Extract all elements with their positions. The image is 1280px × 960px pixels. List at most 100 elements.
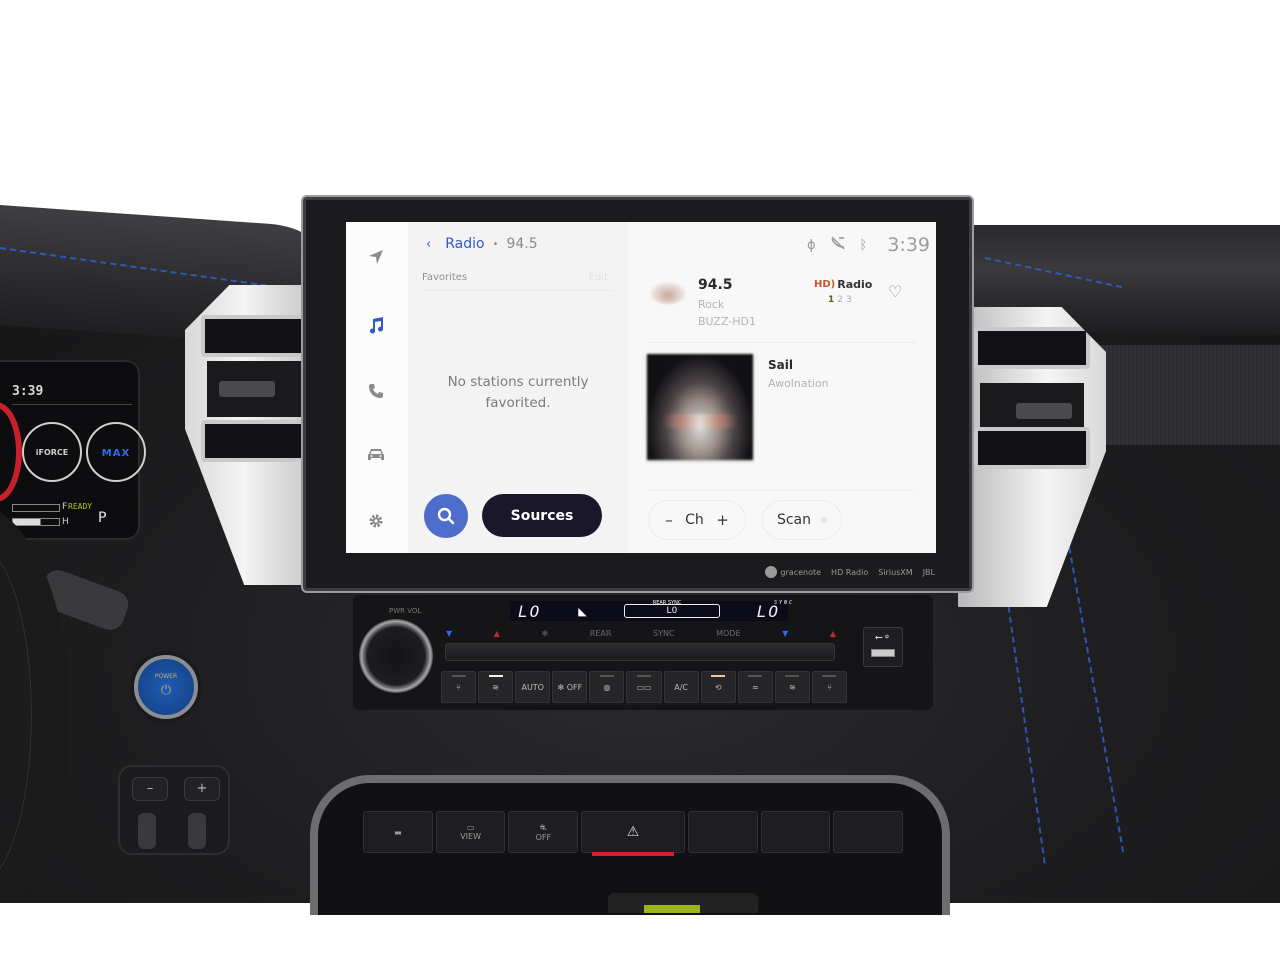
temp-label: H (62, 517, 69, 527)
blank-switch[interactable] (833, 811, 903, 853)
temp-bar (12, 518, 60, 526)
blank-switch[interactable] (687, 811, 758, 853)
led (451, 675, 466, 677)
empty-favorites-message: No stations currently favorited. (408, 372, 628, 414)
station-frequency: 94.5 (698, 277, 733, 293)
fan-icon: ✻ (541, 629, 549, 638)
led (785, 675, 800, 677)
breadcrumb: ‹ Radio • 94.5 (426, 236, 538, 252)
hd-channel-selector: 1 2 3 (828, 295, 852, 305)
sync-indicator: SYNC (773, 599, 794, 606)
bluetooth-icon: ᛒ (859, 237, 868, 253)
fan-speed-icon: ◣ (578, 604, 587, 618)
fan-off-button[interactable]: ✻ OFF (552, 671, 588, 703)
station-genre: Rock (698, 298, 725, 311)
controls-divider (648, 490, 916, 491)
page-subtitle: 94.5 (506, 236, 538, 252)
hd-channel-3[interactable]: 3 (846, 295, 852, 305)
search-icon (437, 507, 455, 525)
max-gauge: MAX (86, 422, 146, 482)
auto-button[interactable]: AUTO (515, 671, 551, 703)
mirror-control-pad: – + (118, 765, 230, 855)
edit-favorites-button[interactable]: Edit (589, 272, 608, 283)
channel-up-button[interactable]: + (716, 511, 729, 529)
search-button[interactable] (424, 494, 468, 538)
usb-port[interactable]: ⭠⚬ (863, 627, 903, 667)
album-art (647, 354, 753, 460)
left-temp-down-icon: ▼ (446, 629, 453, 638)
page-title: Radio (445, 236, 485, 252)
rear-label: REAR (589, 629, 612, 638)
power-icon: ⏻ (160, 683, 172, 698)
hd-channel-1[interactable]: 1 (828, 295, 834, 305)
car-icon[interactable] (365, 444, 387, 466)
boost-gauge: iFORCE (22, 422, 82, 482)
favorites-label: Favorites (422, 272, 468, 283)
vent-slat (974, 427, 1090, 469)
favorite-heart-icon[interactable]: ♡ (888, 282, 902, 301)
brand-strip: gracenote HD Radio SiriusXM JBL (765, 566, 935, 578)
mirror-right-switch[interactable] (188, 813, 206, 849)
climate-button-row: ⑂ ≋ AUTO ✻ OFF ◍ ▭▭ A/C ⟲ ≈ ≋ ⑂ (441, 671, 848, 703)
led (822, 675, 837, 677)
siriusxm-logo: SiriusXM (878, 567, 913, 577)
clock: 3:39 (887, 234, 930, 256)
air-flow-button[interactable]: ≈ (737, 671, 773, 703)
blank-switch[interactable] (760, 811, 831, 853)
gracenote-icon (765, 566, 778, 578)
cluster-divider (12, 404, 132, 405)
recirculation-button[interactable]: ⟲ (700, 671, 736, 703)
rear-sync-label: REAR SYNC (652, 600, 682, 606)
music-note-icon[interactable] (365, 314, 387, 336)
climate-rocker-switches[interactable] (445, 643, 835, 661)
tray-indicator (644, 905, 700, 913)
front-defrost-button[interactable]: ◍ (589, 671, 625, 703)
pwr-vol-label: PWR VOL (389, 607, 422, 615)
camera-view-button[interactable]: ▭ VIEW (435, 811, 506, 853)
lower-console: ▬ ▭ VIEW ⛐ OFF ⚠ (310, 775, 950, 915)
hd-channel-2[interactable]: 2 (837, 295, 843, 305)
gear-icon[interactable] (365, 510, 387, 532)
channel-stepper: – Ch + (648, 500, 746, 540)
traction-control-off-button[interactable]: ⛐ OFF (508, 811, 579, 853)
right-temp-readout: LO SYNC (756, 599, 794, 621)
instrument-cluster: 3:39 iFORCE MAX F H READY P (0, 360, 146, 540)
empty-message-line: No stations currently (447, 374, 589, 390)
scan-indicator (821, 517, 828, 523)
mode-label: MODE (716, 629, 741, 638)
trailer-button[interactable]: ▬ (363, 811, 433, 853)
channel-label: Ch (685, 512, 704, 528)
no-signal-satellite-icon (830, 236, 846, 254)
phone-icon[interactable] (365, 380, 387, 402)
ventilated-seat-right-button[interactable]: ≋ (774, 671, 810, 703)
camera-view-icon: ▭ (466, 823, 475, 832)
left-temp-up-icon: ▲ (493, 629, 500, 638)
vent-adjust-tab[interactable] (219, 381, 275, 397)
mirror-plus-button[interactable]: + (184, 777, 220, 801)
vent-adjust-tab[interactable] (1016, 403, 1072, 419)
song-title: Sail (768, 358, 793, 372)
nav-rail (346, 222, 408, 553)
back-chevron-icon[interactable]: ‹ (426, 237, 431, 252)
mirror-left-switch[interactable] (138, 813, 156, 849)
heated-seat-right-button[interactable]: ⑂ (811, 671, 848, 703)
ac-button[interactable]: A/C (663, 671, 699, 703)
sync-label: SYNC (652, 629, 675, 638)
station-call-sign: BUZZ-HD1 (698, 315, 756, 328)
power-volume-knob[interactable] (359, 619, 433, 693)
heated-seat-left-button[interactable]: ⑂ (441, 671, 477, 703)
ventilated-seat-left-button[interactable]: ≋ (478, 671, 514, 703)
hd-radio-text: Radio (837, 278, 873, 291)
rear-defrost-button[interactable]: ▭▭ (626, 671, 662, 703)
navigation-arrow-icon[interactable] (365, 246, 387, 268)
power-button[interactable]: POWER ⏻ (134, 655, 198, 719)
channel-down-button[interactable]: – (665, 511, 673, 529)
fuel-bar (12, 504, 60, 512)
sources-button[interactable]: Sources (482, 494, 602, 537)
rear-climate-readout: REAR SYNC LO (623, 600, 720, 618)
hazard-button[interactable]: ⚠ (581, 811, 685, 856)
wireless-charging-icon: ϕ (806, 237, 816, 253)
scan-button[interactable]: Scan (762, 500, 842, 540)
favorites-divider (422, 290, 614, 291)
mirror-minus-button[interactable]: – (132, 777, 168, 801)
